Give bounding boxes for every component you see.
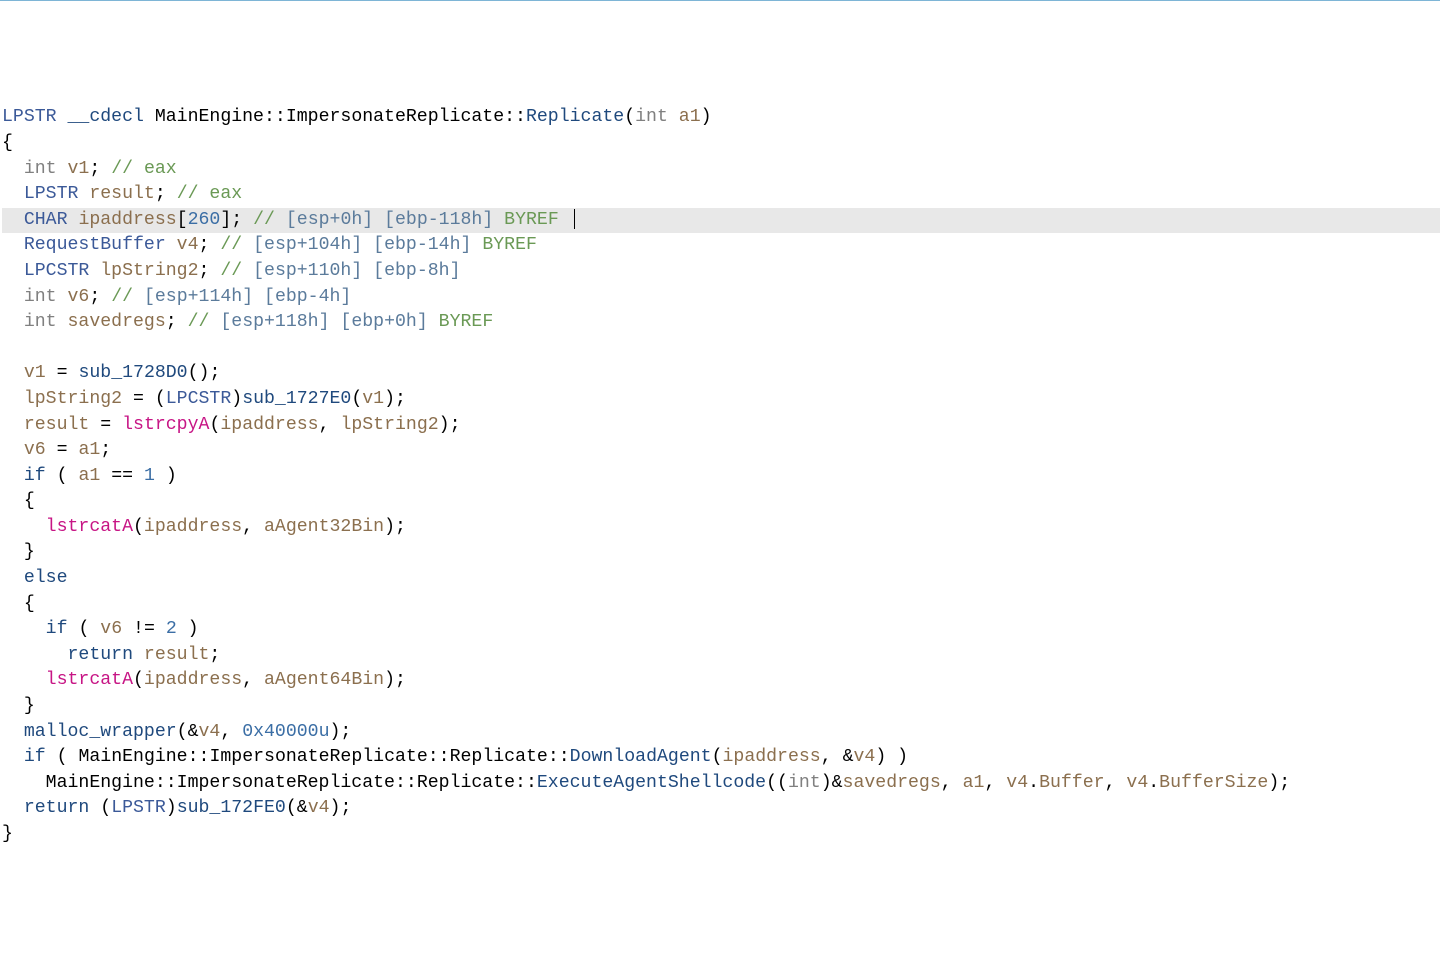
code-line[interactable]: LPSTR result; // eax: [2, 182, 1440, 208]
code-line[interactable]: result = lstrcpyA(ipaddress, lpString2);: [2, 413, 1440, 439]
code-line[interactable]: malloc_wrapper(&v4, 0x40000u);: [2, 720, 1440, 746]
code-line[interactable]: LPSTR __cdecl MainEngine::ImpersonateRep…: [2, 105, 1440, 131]
code-line[interactable]: MainEngine::ImpersonateReplicate::Replic…: [2, 771, 1440, 797]
code-line[interactable]: {: [2, 131, 1440, 157]
code-line[interactable]: lstrcatA(ipaddress, aAgent32Bin);: [2, 515, 1440, 541]
code-line[interactable]: lstrcatA(ipaddress, aAgent64Bin);: [2, 668, 1440, 694]
code-line[interactable]: int v1; // eax: [2, 157, 1440, 183]
code-line[interactable]: {: [2, 489, 1440, 515]
code-line[interactable]: }: [2, 694, 1440, 720]
code-line[interactable]: if ( a1 == 1 ): [2, 464, 1440, 490]
code-line[interactable]: return (LPSTR)sub_172FE0(&v4);: [2, 796, 1440, 822]
code-line[interactable]: v6 = a1;: [2, 438, 1440, 464]
code-line[interactable]: }: [2, 540, 1440, 566]
code-line[interactable]: v1 = sub_1728D0();: [2, 361, 1440, 387]
code-line[interactable]: lpString2 = (LPCSTR)sub_1727E0(v1);: [2, 387, 1440, 413]
code-line[interactable]: if ( MainEngine::ImpersonateReplicate::R…: [2, 745, 1440, 771]
code-line[interactable]: LPCSTR lpString2; // [esp+110h] [ebp-8h]: [2, 259, 1440, 285]
code-line[interactable]: {: [2, 592, 1440, 618]
code-line[interactable]: }: [2, 822, 1440, 848]
code-line[interactable]: int v6; // [esp+114h] [ebp-4h]: [2, 285, 1440, 311]
code-line[interactable]: [2, 336, 1440, 362]
code-line[interactable]: if ( v6 != 2 ): [2, 617, 1440, 643]
code-line[interactable]: CHAR ipaddress[260]; // [esp+0h] [ebp-11…: [2, 208, 1440, 234]
code-line[interactable]: else: [2, 566, 1440, 592]
code-line[interactable]: int savedregs; // [esp+118h] [ebp+0h] BY…: [2, 310, 1440, 336]
code-line[interactable]: return result;: [2, 643, 1440, 669]
code-line[interactable]: RequestBuffer v4; // [esp+104h] [ebp-14h…: [2, 233, 1440, 259]
decompiler-pseudocode-view[interactable]: LPSTR __cdecl MainEngine::ImpersonateRep…: [0, 103, 1440, 847]
